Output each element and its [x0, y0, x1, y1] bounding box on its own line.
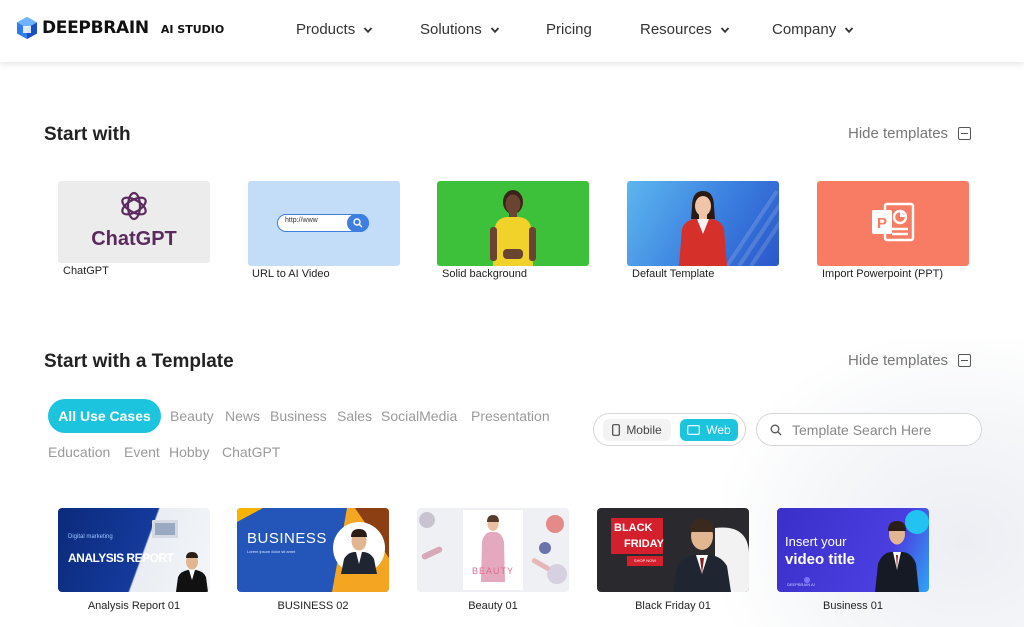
- template-label-beauty-01: Beauty 01: [468, 600, 518, 612]
- presenter-avatar-image: [152, 520, 208, 592]
- nav-company[interactable]: Company: [772, 21, 854, 38]
- nav-solutions[interactable]: Solutions: [420, 21, 500, 38]
- nav-pricing[interactable]: Pricing: [546, 21, 592, 38]
- start-card-url-label: URL to AI Video: [252, 268, 330, 280]
- thumb-title-line-1: BLACK: [614, 522, 653, 534]
- brand-logo[interactable]: DEEPBRAIN AI STUDIO: [16, 16, 224, 40]
- cube-logo-icon: [17, 17, 37, 39]
- openai-logo-icon: [121, 191, 147, 221]
- brand-subname: AI STUDIO: [160, 23, 225, 36]
- hide-templates-label: Hide templates: [848, 352, 949, 369]
- thumb-subtitle: Digital marketing: [68, 534, 113, 540]
- start-card-ppt-label: Import Powerpoint (PPT): [822, 268, 944, 280]
- category-chip-event[interactable]: Event: [124, 444, 160, 460]
- thumb-title: BEAUTY: [471, 566, 514, 576]
- thumb-title-line-1: Insert your: [785, 534, 847, 549]
- template-label-analysis-report-01: Analysis Report 01: [87, 600, 181, 612]
- url-search-button-graphic: [347, 213, 369, 232]
- thumb-title-line-2: FRIDAY: [624, 538, 664, 550]
- toggle-web-button[interactable]: Web: [680, 419, 738, 441]
- powerpoint-icon: P: [872, 202, 915, 242]
- hide-templates-label: Hide templates: [848, 125, 949, 142]
- template-card-black-friday-01[interactable]: BLACK FRIDAY SHOP NOW: [597, 508, 749, 592]
- search-icon: [770, 424, 782, 435]
- search-icon: [353, 217, 363, 227]
- template-card-beauty-01[interactable]: BEAUTY: [417, 508, 569, 592]
- hide-templates-button-2[interactable]: Hide templates: [848, 352, 972, 369]
- template-label-business-02: BUSINESS 02: [277, 600, 349, 612]
- presenter-avatar-image: [679, 191, 727, 266]
- category-chip-education[interactable]: Education: [48, 444, 110, 460]
- template-card-business-01[interactable]: Insert your video title DEEPBRAIN AI: [777, 508, 929, 592]
- start-card-default-label: Default Template: [632, 268, 715, 280]
- start-card-chatgpt-label: ChatGPT: [63, 265, 109, 277]
- chevron-down-icon: [845, 26, 854, 33]
- presenter-avatar-image: [875, 521, 919, 592]
- presenter-avatar-image: [341, 529, 377, 574]
- thumb-brand: DEEPBRAIN AI: [787, 582, 815, 587]
- start-card-import-ppt[interactable]: P: [817, 181, 969, 266]
- nav-resources-label: Resources: [640, 21, 712, 38]
- chevron-down-icon: [364, 26, 373, 33]
- chevron-down-icon: [490, 26, 499, 33]
- brand-name: DEEPBRAIN: [42, 18, 149, 38]
- template-card-analysis-report-01[interactable]: Digital marketing ANALYSIS REPORT: [58, 508, 210, 592]
- template-search-input[interactable]: [792, 421, 972, 438]
- chevron-down-icon: [720, 26, 729, 33]
- template-label-black-friday-01: Black Friday 01: [635, 600, 711, 612]
- category-chip-chatgpt[interactable]: ChatGPT: [222, 444, 280, 460]
- category-chip-presentation[interactable]: Presentation: [471, 408, 550, 424]
- start-card-default-template[interactable]: [627, 181, 779, 266]
- device-toggle: Mobile Web: [593, 413, 746, 446]
- start-card-url-to-video[interactable]: http://www: [248, 181, 400, 266]
- category-chip-all-use-cases[interactable]: All Use Cases: [48, 399, 161, 433]
- template-label-business-01: Business 01: [823, 600, 883, 612]
- thumb-cta: SHOP NOW: [627, 556, 663, 566]
- start-card-chatgpt[interactable]: ChatGPT: [58, 181, 210, 263]
- nav-resources[interactable]: Resources: [640, 21, 730, 38]
- presenter-avatar-image: [673, 519, 731, 592]
- toggle-web-label: Web: [706, 423, 731, 437]
- thumb-subtitle: Lorem ipsum dolor sit amet: [247, 549, 296, 554]
- hide-templates-button[interactable]: Hide templates: [848, 125, 972, 142]
- start-card-solid-background[interactable]: [437, 181, 589, 266]
- nav-pricing-label: Pricing: [546, 21, 592, 38]
- template-search-box: [756, 413, 982, 446]
- template-section-title: Start with a Template: [44, 351, 234, 372]
- url-graphic-text: http://www: [285, 217, 318, 224]
- start-with-title: Start with: [44, 124, 131, 145]
- category-chip-hobby[interactable]: Hobby: [169, 444, 209, 460]
- thumb-title: BUSINESS: [247, 530, 327, 547]
- category-chip-beauty[interactable]: Beauty: [170, 408, 214, 424]
- svg-text:P: P: [877, 215, 887, 232]
- category-chip-business[interactable]: Business: [270, 408, 327, 424]
- toggle-mobile-button[interactable]: Mobile: [603, 419, 671, 441]
- nav-products[interactable]: Products: [296, 21, 373, 38]
- collapse-icon: [958, 127, 972, 140]
- start-card-solid-label: Solid background: [442, 268, 528, 280]
- mobile-icon: [612, 424, 621, 436]
- category-chip-socialmedia[interactable]: SocialMedia: [381, 408, 457, 424]
- nav-products-label: Products: [296, 21, 356, 38]
- category-chip-sales[interactable]: Sales: [337, 408, 372, 424]
- desktop-icon: [687, 425, 701, 435]
- toggle-mobile-label: Mobile: [626, 423, 662, 437]
- collapse-icon: [958, 354, 972, 367]
- thumb-title-line-2: video title: [785, 551, 856, 568]
- top-navbar: DEEPBRAIN AI STUDIO Products Solutions P…: [0, 0, 1024, 62]
- url-field-graphic: http://www: [277, 213, 369, 232]
- presenter-avatar-image: [490, 190, 536, 266]
- category-chip-news[interactable]: News: [225, 408, 260, 424]
- chatgpt-thumb-text: ChatGPT: [91, 228, 177, 250]
- template-card-business-02[interactable]: BUSINESS Lorem ipsum dolor sit amet: [237, 508, 389, 592]
- nav-solutions-label: Solutions: [420, 21, 482, 38]
- nav-company-label: Company: [772, 21, 837, 38]
